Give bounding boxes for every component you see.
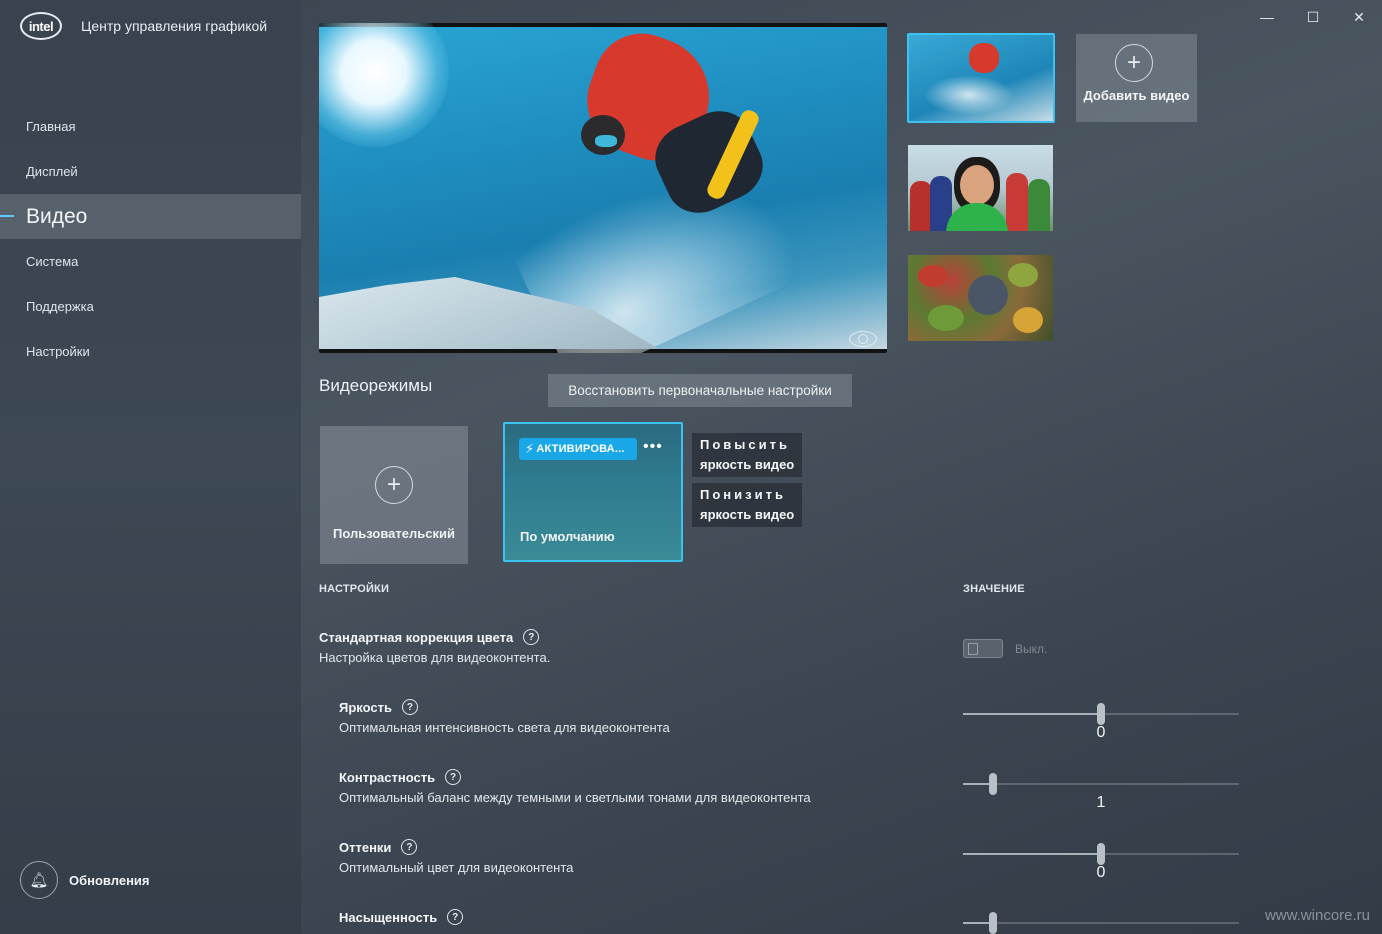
video-thumbnail-market[interactable] [908, 255, 1053, 341]
sidebar-item-settings[interactable]: Настройки [0, 329, 301, 374]
app-window: intel Центр управления графикой Главная … [0, 0, 1382, 934]
close-button[interactable]: ✕ [1336, 6, 1382, 28]
contrast-value: 1 [1096, 794, 1106, 811]
window-controls: — ☐ ✕ [1244, 6, 1382, 28]
help-icon[interactable]: ? [401, 699, 418, 715]
updates-label: Обновления [69, 872, 150, 888]
slider-handle[interactable] [1097, 843, 1105, 865]
mode-default-label: По умолчанию [520, 529, 615, 544]
sidebar: intel Центр управления графикой Главная … [0, 0, 301, 934]
contrast-title: Контрастность ? [339, 769, 462, 785]
contrast-desc: Оптимальный баланс между темными и светл… [339, 790, 811, 805]
saturation-title: Насыщенность ? [339, 909, 464, 925]
saturation-slider[interactable] [963, 912, 1239, 934]
hue-value: 0 [1096, 864, 1106, 881]
intel-logo: intel [20, 12, 62, 40]
video-thumbnail-people[interactable] [908, 145, 1053, 231]
sidebar-item-support[interactable]: Поддержка [0, 284, 301, 329]
add-video-label: Добавить видео [1083, 88, 1190, 103]
active-badge-label: АКТИВИРОВА... [536, 443, 625, 455]
slider-handle[interactable] [989, 912, 997, 934]
slider-handle[interactable] [1097, 703, 1105, 725]
video-thumbnail-snowboard[interactable] [907, 33, 1055, 123]
minimize-button[interactable]: — [1244, 6, 1290, 28]
plus-icon: + [375, 466, 413, 504]
sidebar-item-system[interactable]: Система [0, 239, 301, 284]
slider-handle[interactable] [989, 773, 997, 795]
mode-default-card[interactable]: ⚡︎ АКТИВИРОВА... ••• По умолчанию [503, 422, 683, 562]
maximize-button[interactable]: ☐ [1290, 6, 1336, 28]
color-correction-title: Стандартная коррекция цвета ? [319, 629, 540, 645]
brightness-desc: Оптимальная интенсивность света для виде… [339, 720, 670, 735]
watermark: www.wincore.ru [1264, 907, 1370, 924]
tooltip-decrease-brightness: Понизить яркость видео [692, 483, 803, 527]
color-correction-desc: Настройка цветов для видеоконтента. [319, 650, 551, 665]
reset-defaults-button[interactable]: Восстановить первоначальные настройки [548, 374, 852, 407]
snowboard-preview-image [319, 23, 887, 353]
contrast-slider[interactable] [963, 773, 1239, 795]
sidebar-item-video[interactable]: Видео [0, 194, 301, 239]
hue-title: Оттенки ? [339, 839, 418, 855]
active-badge: ⚡︎ АКТИВИРОВА... [519, 438, 637, 460]
add-video-button[interactable]: + Добавить видео [1076, 34, 1197, 122]
brightness-title: Яркость ? [339, 699, 418, 715]
mode-custom-card[interactable]: + Пользовательский [320, 426, 468, 564]
settings-column-header: НАСТРОЙКИ [319, 583, 390, 595]
help-icon[interactable]: ? [523, 629, 540, 645]
mode-custom-label: Пользовательский [333, 526, 455, 541]
eye-icon[interactable] [849, 331, 877, 347]
updates-button[interactable]: 🔔︎ Обновления [20, 861, 150, 899]
help-icon[interactable]: ? [447, 909, 464, 925]
video-modes-title: Видеорежимы [319, 376, 433, 395]
help-icon[interactable]: ? [401, 839, 418, 855]
sidebar-item-display[interactable]: Дисплей [0, 149, 301, 194]
help-icon[interactable]: ? [445, 769, 462, 785]
sidebar-nav: Главная Дисплей Видео Система Поддержка … [0, 104, 301, 374]
plus-icon: + [1115, 44, 1153, 82]
lightning-icon: ⚡︎ [525, 441, 535, 456]
value-column-header: ЗНАЧЕНИЕ [963, 583, 1025, 595]
hue-slider[interactable] [963, 843, 1239, 865]
app-title: Центр управления графикой [81, 18, 268, 34]
video-preview[interactable] [319, 23, 887, 353]
brightness-value: 0 [1096, 724, 1106, 741]
sidebar-item-home[interactable]: Главная [0, 104, 301, 149]
toggle-state-label: Выкл. [1015, 642, 1048, 656]
color-correction-toggle[interactable] [963, 639, 1003, 658]
more-options-icon[interactable]: ••• [643, 438, 663, 456]
hue-desc: Оптимальный цвет для видеоконтента [339, 860, 574, 875]
bell-icon: 🔔︎ [20, 861, 58, 899]
tooltip-increase-brightness: Повысить яркость видео [692, 433, 803, 477]
brightness-slider[interactable] [963, 703, 1239, 725]
